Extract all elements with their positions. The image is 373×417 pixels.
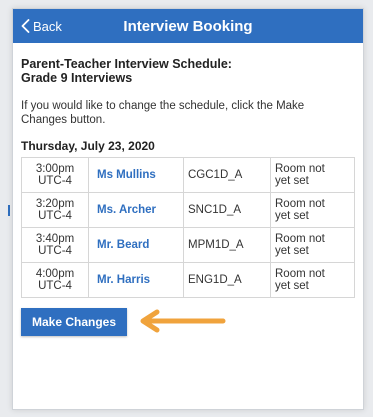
room-cell: Room not yet set xyxy=(270,262,355,298)
teacher-link[interactable]: Mr. Beard xyxy=(88,227,184,263)
timezone-value: UTC-4 xyxy=(38,245,72,257)
time-value: 4:00pm xyxy=(35,268,75,280)
teacher-link[interactable]: Ms. Archer xyxy=(88,192,184,228)
room-cell: Room not yet set xyxy=(270,157,355,193)
main-content: Parent-Teacher Interview Schedule: Grade… xyxy=(13,43,363,340)
instructions-text: If you would like to change the schedule… xyxy=(21,99,355,127)
room-cell: Room not yet set xyxy=(270,227,355,263)
text-cursor-marker xyxy=(8,205,10,216)
table-row: 4:00pm UTC-4 Mr. Harris ENG1D_A Room not y… xyxy=(21,262,355,298)
time-value: 3:40pm xyxy=(35,233,75,245)
room-cell: Room not yet set xyxy=(270,192,355,228)
schedule-heading: Parent-Teacher Interview Schedule: Grade… xyxy=(21,57,355,85)
table-row: 3:00pm UTC-4 Ms Mullins CGC1D_A Room not y… xyxy=(21,157,355,193)
room-line-2: yet set xyxy=(275,210,309,222)
time-cell: 3:00pm UTC-4 xyxy=(21,157,89,193)
make-changes-button[interactable]: Make Changes xyxy=(21,308,127,336)
instructions-line-1: If you would like to change the schedule… xyxy=(21,100,305,112)
teacher-link[interactable]: Ms Mullins xyxy=(88,157,184,193)
page-title: Interview Booking xyxy=(123,17,253,35)
time-value: 3:00pm xyxy=(35,163,75,175)
course-cell: CGC1D_A xyxy=(183,157,271,193)
room-line-2: yet set xyxy=(275,175,309,187)
course-cell: ENG1D_A xyxy=(183,262,271,298)
schedule-table: 3:00pm UTC-4 Ms Mullins CGC1D_A Room not y… xyxy=(21,157,355,298)
time-value: 3:20pm xyxy=(35,198,75,210)
course-cell: MPM1D_A xyxy=(183,227,271,263)
room-line-1: Room not xyxy=(275,163,325,175)
heading-line-1: Parent-Teacher Interview Schedule: xyxy=(21,57,232,71)
course-cell: SNC1D_A xyxy=(183,192,271,228)
heading-line-2: Grade 9 Interviews xyxy=(21,71,133,85)
time-cell: 3:40pm UTC-4 xyxy=(21,227,89,263)
teacher-link[interactable]: Mr. Harris xyxy=(88,262,184,298)
app-window: Back Interview Booking Parent-Teacher In… xyxy=(12,8,364,410)
table-row: 3:20pm UTC-4 Ms. Archer SNC1D_A Room not y… xyxy=(21,192,355,228)
instructions-line-2: Changes button. xyxy=(21,114,106,126)
timezone-value: UTC-4 xyxy=(38,175,72,187)
room-line-1: Room not xyxy=(275,233,325,245)
navigation-bar: Back Interview Booking xyxy=(13,9,363,43)
time-cell: 3:20pm UTC-4 xyxy=(21,192,89,228)
table-row: 3:40pm UTC-4 Mr. Beard MPM1D_A Room not ye… xyxy=(21,227,355,263)
pointer-arrow-icon xyxy=(140,309,226,333)
schedule-date: Thursday, July 23, 2020 xyxy=(21,139,155,153)
room-line-1: Room not xyxy=(275,198,325,210)
room-line-1: Room not xyxy=(275,268,325,280)
actions-area: Make Changes xyxy=(21,308,355,340)
timezone-value: UTC-4 xyxy=(38,280,72,292)
room-line-2: yet set xyxy=(275,280,309,292)
timezone-value: UTC-4 xyxy=(38,210,72,222)
time-cell: 4:00pm UTC-4 xyxy=(21,262,89,298)
room-line-2: yet set xyxy=(275,245,309,257)
